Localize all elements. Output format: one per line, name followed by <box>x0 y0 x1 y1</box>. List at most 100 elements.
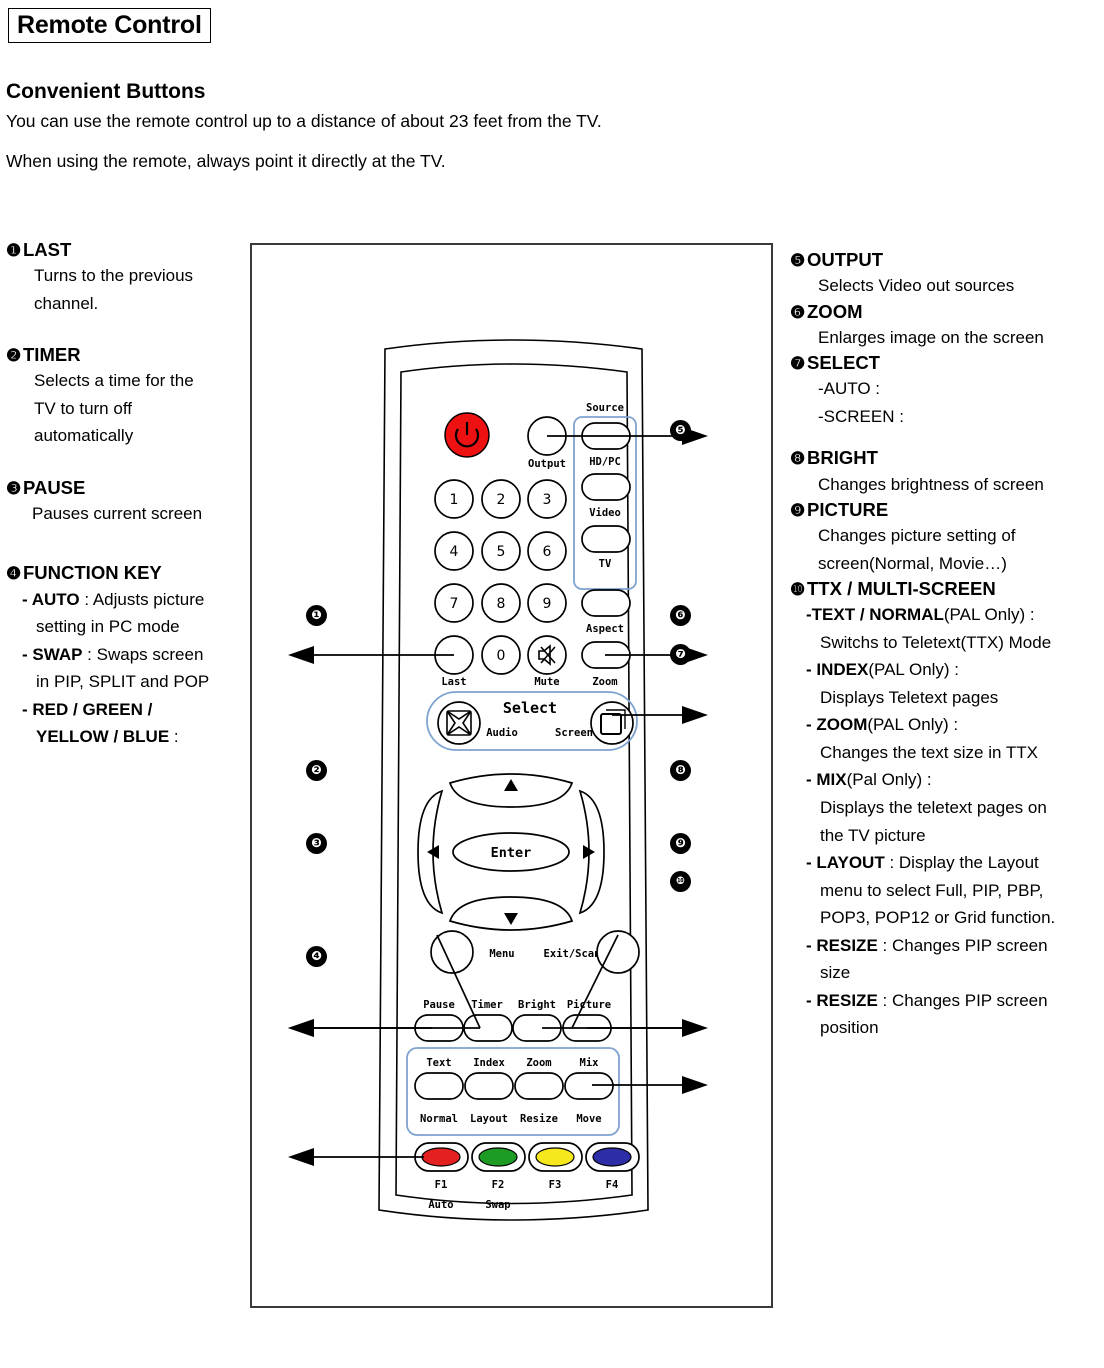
function-sub-auto-label: - AUTO <box>22 589 80 609</box>
ttx-sub-text: -TEXT / NORMAL(PAL Only) : <box>790 601 1100 629</box>
svg-text:Mix: Mix <box>580 1057 600 1069</box>
entry-zoom-line-1: Enlarges image on the screen <box>818 327 1044 347</box>
function-sub-colorkeys-cont-text: : <box>169 727 179 747</box>
entry-select-line-2: -SCREEN : <box>818 406 904 426</box>
entry-last-line-2: channel. <box>34 293 99 313</box>
svg-text:Timer: Timer <box>471 999 503 1011</box>
function-sub-colorkeys-label: - RED / GREEN / <box>22 699 153 719</box>
svg-text:Swap: Swap <box>485 1199 510 1211</box>
entry-ttx-bullet: ❿ <box>790 580 806 600</box>
ttx-sub-mix-cont-2: the TV picture <box>820 825 926 845</box>
entry-function-key: ❹FUNCTION KEY - AUTO : Adjusts picture s… <box>6 561 256 750</box>
function-sub-colorkeys: - RED / GREEN / <box>6 696 256 724</box>
remote-diagram-frame: .bodyline{fill:#fff;stroke:#000;stroke-w… <box>250 243 773 1308</box>
svg-text:F1: F1 <box>435 1179 448 1191</box>
callout-10: ❿ <box>670 871 691 892</box>
entry-last: ❶LAST Turns to the previous channel. <box>6 238 256 317</box>
svg-text:Text: Text <box>426 1057 451 1069</box>
entry-pause: ❸PAUSE Pauses current screen <box>6 476 256 528</box>
page-root: Remote Control Convenient Buttons You ca… <box>0 0 1104 1368</box>
entry-picture-title: PICTURE <box>807 499 889 521</box>
left-description-column: ❶LAST Turns to the previous channel. ❷TI… <box>6 238 256 751</box>
callout-9: ❾ <box>670 833 691 854</box>
svg-text:Index: Index <box>473 1057 505 1069</box>
entry-pause-title: PAUSE <box>23 476 86 498</box>
function-sub-auto: - AUTO : Adjusts picture <box>6 586 256 614</box>
function-sub-swap-cont: in PIP, SPLIT and POP <box>36 672 210 692</box>
entry-timer-heading: ❷TIMER <box>6 343 256 367</box>
ttx-sub-resize-size-cont-1: size <box>820 963 851 983</box>
svg-text:F4: F4 <box>606 1179 619 1191</box>
function-sub-auto-text: : Adjusts picture <box>79 589 205 609</box>
svg-text:F3: F3 <box>549 1179 562 1191</box>
entry-bright: ❽BRIGHT Changes brightness of screen <box>790 446 1100 498</box>
red-key-icon <box>421 1147 461 1167</box>
ttx-sub-layout-plain: : Display the Layout <box>884 853 1039 873</box>
entry-zoom: ❻ZOOM Enlarges image on the screen <box>790 300 1100 352</box>
svg-text:9: 9 <box>543 596 552 612</box>
yellow-key-icon <box>535 1147 575 1167</box>
entry-bright-title: BRIGHT <box>807 447 878 469</box>
entry-bright-bullet: ❽ <box>790 449 806 469</box>
entry-select: ❼SELECT -AUTO : -SCREEN : <box>790 351 1100 430</box>
ttx-sub-resize-position-plain: : Changes PIP screen <box>877 990 1048 1010</box>
entry-ttx-heading: ❿TTX / MULTI-SCREEN <box>790 577 1100 601</box>
svg-text:Bright: Bright <box>518 999 556 1011</box>
svg-text:Pause: Pause <box>423 999 455 1011</box>
ttx-sub-resize-size-plain: : Changes PIP screen <box>877 935 1048 955</box>
svg-text:6: 6 <box>543 544 552 560</box>
ttx-sub-text-plain: (PAL Only) : <box>943 605 1035 625</box>
svg-text:HD/PC: HD/PC <box>589 456 621 468</box>
svg-text:Auto: Auto <box>428 1199 453 1211</box>
svg-text:Picture: Picture <box>567 999 611 1011</box>
remote-illustration: .bodyline{fill:#fff;stroke:#000;stroke-w… <box>288 339 708 1221</box>
callout-4: ❹ <box>306 946 327 967</box>
entry-pause-heading: ❸PAUSE <box>6 476 256 500</box>
entry-zoom-title: ZOOM <box>807 300 863 322</box>
intro-line-1: You can use the remote control up to a d… <box>6 111 602 131</box>
ttx-sub-zoom-cont-1: Changes the text size in TTX <box>820 742 1038 762</box>
entry-picture: ❾PICTURE Changes picture setting of scre… <box>790 498 1100 577</box>
svg-text:2: 2 <box>497 492 506 508</box>
entry-timer-line-2: TV to turn off <box>34 398 132 418</box>
ttx-sub-text-cont-1: Switchs to Teletext(TTX) Mode <box>820 632 1052 652</box>
entry-last-title: LAST <box>23 239 72 260</box>
video-button <box>581 473 631 501</box>
entry-last-line-1: Turns to the previous <box>34 266 194 286</box>
svg-text:Resize: Resize <box>520 1113 558 1125</box>
svg-text:F2: F2 <box>492 1179 505 1191</box>
ttx-sub-resize-position: - RESIZE : Changes PIP screen <box>790 987 1100 1015</box>
entry-output-line-1: Selects Video out sources <box>818 276 1015 296</box>
svg-text:8: 8 <box>497 596 506 612</box>
entry-picture-line-2: screen(Normal, Movie…) <box>818 553 1007 573</box>
svg-text:Screen: Screen <box>555 727 593 739</box>
entry-picture-line-1: Changes picture setting of <box>818 526 1016 546</box>
entry-ttx: ❿TTX / MULTI-SCREEN -TEXT / NORMAL(PAL O… <box>790 577 1100 1042</box>
entry-picture-bullet: ❾ <box>790 501 806 521</box>
entry-select-heading: ❼SELECT <box>790 351 1100 375</box>
entry-function-key-bullet: ❹ <box>6 564 22 584</box>
svg-text:7: 7 <box>450 596 459 612</box>
svg-text:Video: Video <box>589 507 621 519</box>
svg-text:Source: Source <box>586 402 624 414</box>
callout-6: ❻ <box>670 605 691 626</box>
entry-output-title: OUTPUT <box>807 249 884 270</box>
svg-text:Menu: Menu <box>489 948 514 960</box>
mix-move-button <box>564 1072 614 1100</box>
ttx-sub-resize-position-label: - RESIZE <box>806 990 878 1010</box>
green-key-icon <box>478 1147 518 1167</box>
entry-pause-line-1: Pauses current screen <box>32 503 203 523</box>
entry-timer-line-3: automatically <box>34 426 134 446</box>
svg-text:4: 4 <box>450 544 459 560</box>
entry-output: ❺OUTPUT Selects Video out sources <box>790 248 1100 300</box>
tv-button <box>581 525 631 553</box>
entry-picture-heading: ❾PICTURE <box>790 498 1100 522</box>
ttx-sub-mix-label: - MIX <box>806 770 847 790</box>
svg-text:3: 3 <box>543 492 552 508</box>
ttx-sub-layout-cont-2: POP3, POP12 or Grid function. <box>820 908 1056 928</box>
ttx-sub-text-label: -TEXT / NORMAL <box>806 605 944 625</box>
entry-bright-heading: ❽BRIGHT <box>790 446 1100 470</box>
svg-text:TV: TV <box>599 558 612 570</box>
svg-text:Move: Move <box>576 1113 601 1125</box>
